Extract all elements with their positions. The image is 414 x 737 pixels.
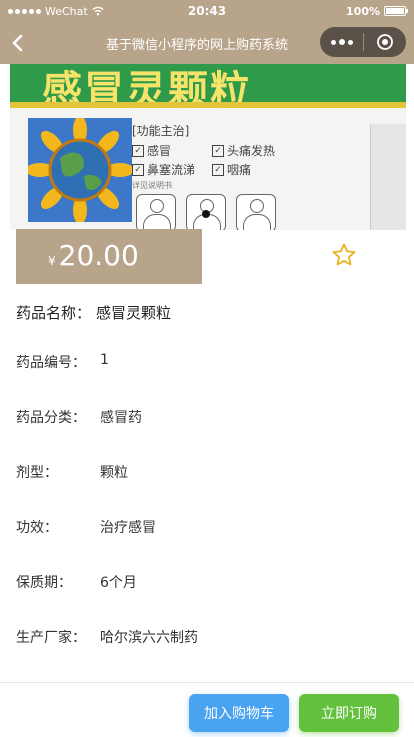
price-currency: ¥ [48,254,56,268]
menu-capsule [320,27,406,57]
product-name-value: 感冒灵颗粒 [96,303,172,322]
product-name-label: 药品名称： [16,303,92,322]
battery-status: 100% [346,4,408,18]
package-stripe [10,102,406,108]
globe-sunflower-graphic [28,118,132,222]
battery-icon [384,6,408,16]
detail-row-manufacturer: 生产厂家： 哈尔滨六六制药 [16,627,396,647]
page-title: 基于微信小程序的网上购药系统 [105,37,288,53]
indication-item: ✓ 头痛发热 [212,142,292,159]
indication-item: ✓ 鼻塞流涕 [132,161,212,178]
detail-label: 生产厂家： [16,630,86,646]
detail-row-code: 药品编号： 1 [16,352,396,372]
indications-title: [功能主治] [132,124,190,138]
package-title: 感冒灵颗粒 [42,68,252,114]
person-figure-icon [236,194,276,230]
product-image: 感冒灵颗粒 [功能主治] ✓ 感冒 ✓ 头痛发热 ✓ 鼻塞流涕 ✓ 咽痛 详见说明书 [10,64,406,230]
wifi-icon [92,6,104,16]
detail-label: 功效： [16,520,58,536]
back-button[interactable] [0,22,36,64]
detail-row-category: 药品分类： 感冒药 [16,407,396,427]
carrier-name: WeChat [45,4,88,18]
close-miniprogram-button[interactable] [364,27,406,57]
detail-value: 1 [100,352,109,368]
star-outline-icon[interactable] [331,242,357,268]
add-to-cart-button[interactable]: 加入购物车 [189,694,289,732]
nav-bar: 基于微信小程序的网上购药系统 [0,22,414,64]
detail-row-efficacy: 功效： 治疗感冒 [16,517,396,537]
detail-row-dosage-form: 剂型： 颗粒 [16,462,396,482]
indications-list: ✓ 感冒 ✓ 头痛发热 ✓ 鼻塞流涕 ✓ 咽痛 [132,142,292,178]
detail-value: 6个月 [100,575,137,591]
carousel-indicator[interactable] [202,210,210,218]
detail-label: 保质期： [16,575,72,591]
indication-item: ✓ 感冒 [132,142,212,159]
signal-icon [8,8,41,14]
signal-carrier: WeChat [8,5,104,18]
chevron-left-icon [12,34,23,52]
checkbox-icon: ✓ [132,144,144,157]
detail-value: 感冒药 [100,410,142,426]
detail-value: 治疗感冒 [100,520,156,536]
checkbox-icon: ✓ [212,144,224,157]
detail-label: 药品编号： [16,355,86,371]
checkbox-icon: ✓ [132,163,144,176]
product-details: 药品名称： 感冒灵颗粒 药品编号： 1 药品分类： 感冒药 剂型： 颗粒 功效：… [16,296,396,647]
price-tag: ¥ 20.00 [16,229,202,284]
product-name-row: 药品名称： 感冒灵颗粒 [16,296,396,328]
price-value: 20.00 [58,239,139,272]
detail-label: 药品分类： [16,410,86,426]
target-icon [377,34,393,50]
detail-row-shelf-life: 保质期： 6个月 [16,572,396,592]
indications-note: 详见说明书 [132,181,172,190]
more-button[interactable] [320,27,363,57]
bottom-action-bar: 加入购物车 立即订购 [0,682,414,737]
indications-box: [功能主治] ✓ 感冒 ✓ 头痛发热 ✓ 鼻塞流涕 ✓ 咽痛 详见说明书 [132,122,292,191]
detail-value: 颗粒 [100,465,128,481]
package-side-panel [370,124,406,230]
indication-item: ✓ 咽痛 [212,161,292,178]
detail-label: 剂型： [16,465,58,481]
person-figure-icon [136,194,176,230]
battery-percent: 100% [346,4,380,18]
buy-now-button[interactable]: 立即订购 [299,694,399,732]
status-bar: WeChat 20:43 100% [0,0,414,22]
checkbox-icon: ✓ [212,163,224,176]
detail-value: 哈尔滨六六制药 [100,630,198,646]
